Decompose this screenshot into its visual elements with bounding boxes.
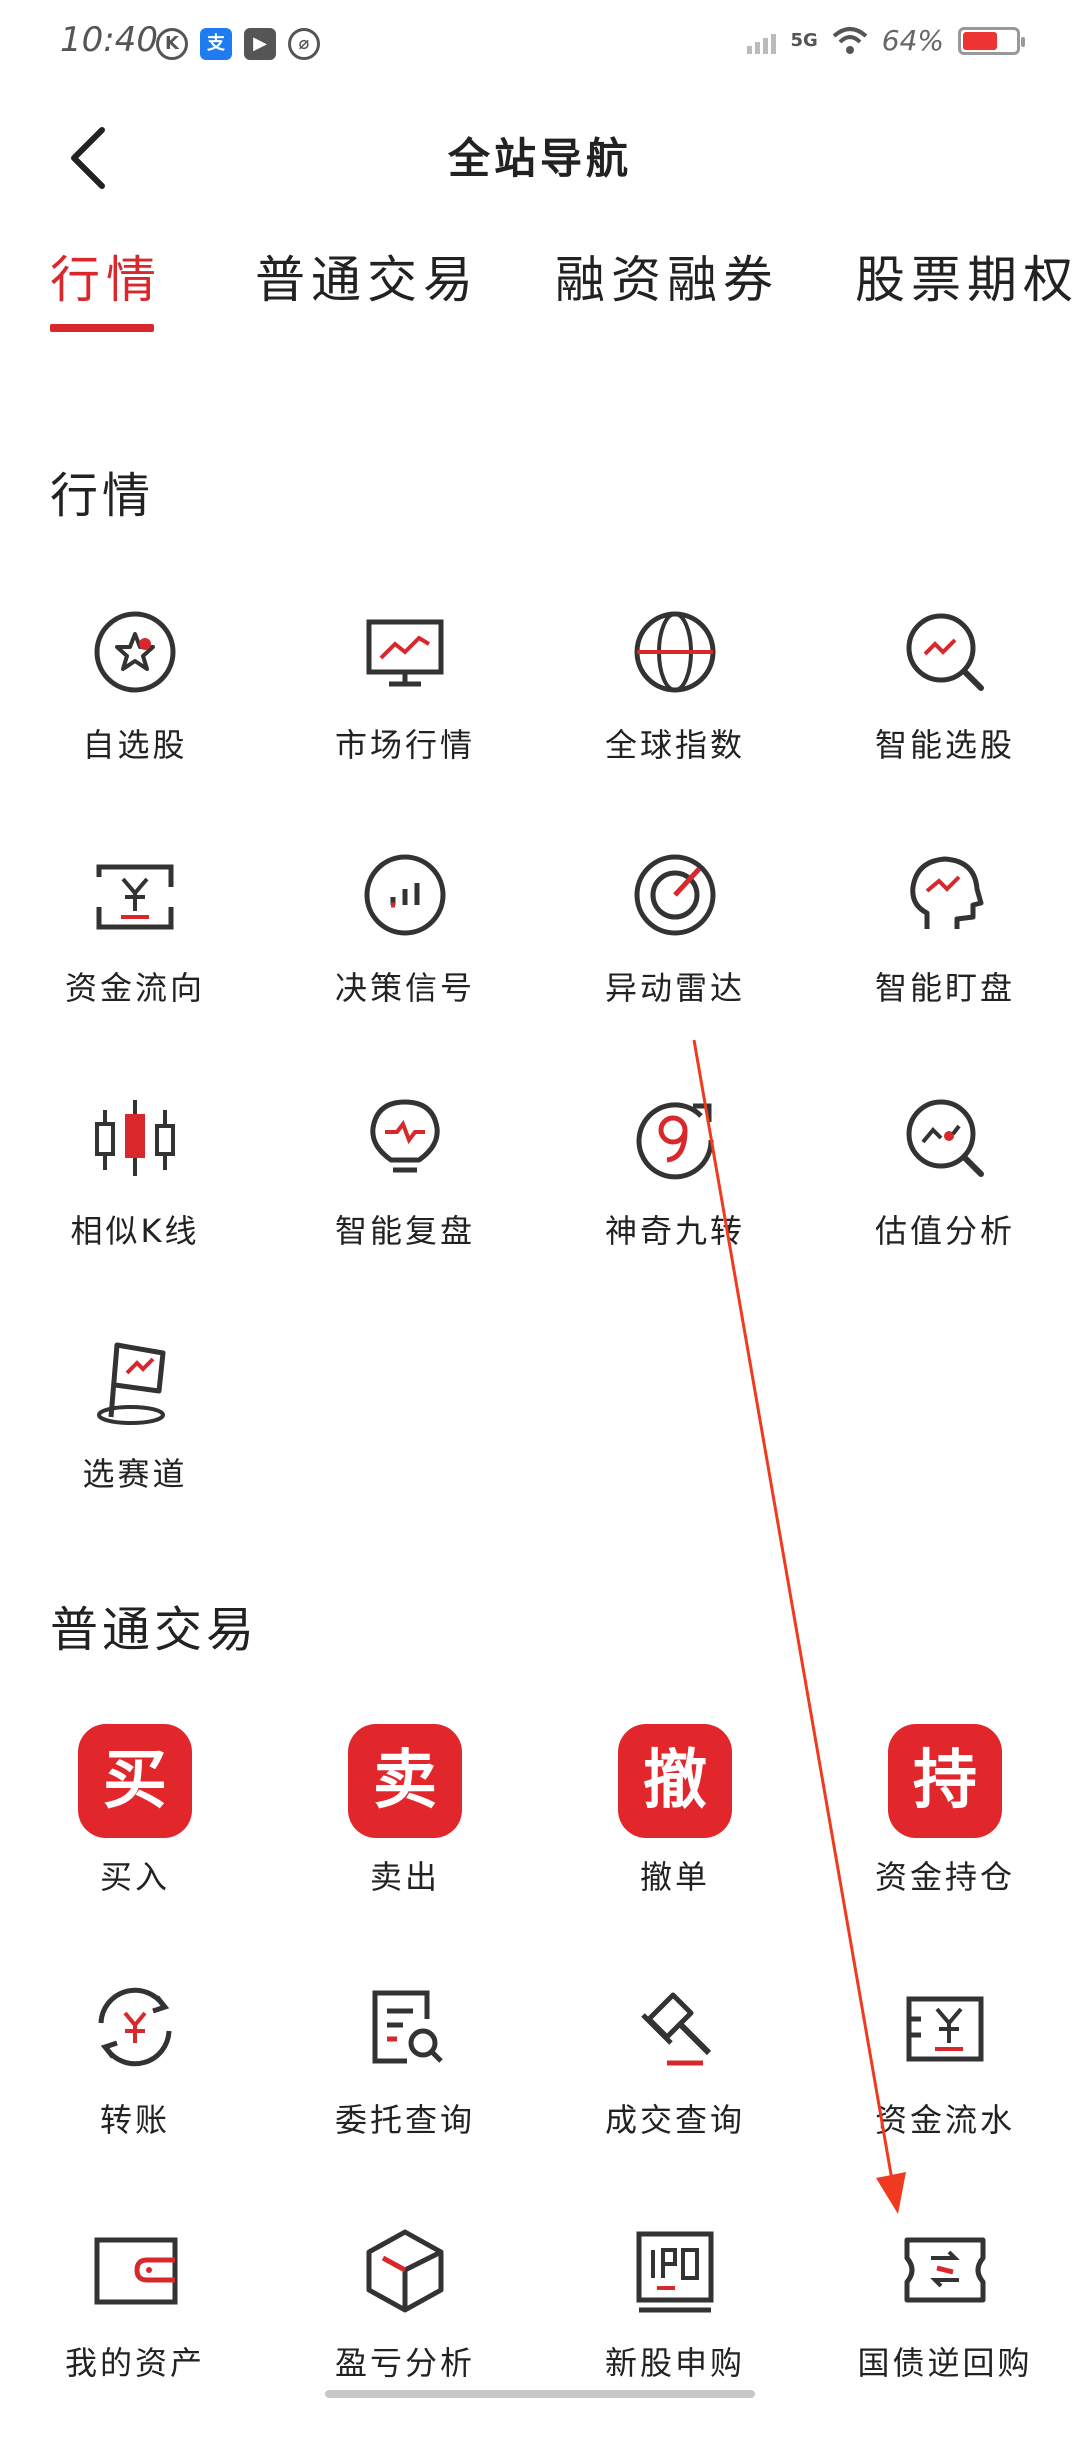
tab-market[interactable]: 行情	[50, 240, 162, 312]
grid-item-smart-review[interactable]: 智能复盘	[270, 1090, 540, 1320]
grid-item-profit-analysis[interactable]: 盈亏分析	[270, 2222, 540, 2452]
grid-item-label: 相似K线	[70, 1212, 200, 1250]
grid-item-label: 转账	[99, 2101, 170, 2139]
yen-transfer-icon	[87, 1979, 183, 2075]
monitor-chart-icon	[357, 604, 453, 700]
grid-item-deal-query[interactable]: 成交查询	[540, 1979, 810, 2209]
bulb-chart-icon	[357, 1090, 453, 1186]
cancel-tile-icon: 撤	[618, 1724, 732, 1838]
battery-icon	[958, 26, 1025, 55]
grid-item-buy[interactable]: 买 买入	[0, 1724, 270, 1966]
status-notification-icons: K 支 ▶ ⌀	[156, 28, 320, 60]
status-right: 5G 64%	[747, 24, 1025, 57]
grid-item-label: 新股申购	[604, 2344, 745, 2382]
grid-item-magic-nine[interactable]: 神奇九转	[540, 1090, 810, 1320]
grid-item-label: 异动雷达	[604, 969, 745, 1007]
radar-icon	[627, 847, 723, 943]
grid-item-label: 盈亏分析	[334, 2344, 475, 2382]
grid-item-label: 智能盯盘	[874, 969, 1015, 1007]
k-circle-icon: K	[156, 28, 188, 60]
star-circle-icon	[87, 604, 183, 700]
section-title-ordinary-trade: 普通交易	[50, 1602, 259, 1658]
sell-tile-icon: 卖	[348, 1724, 462, 1838]
yen-flow-icon	[87, 847, 183, 943]
ipo-icon	[627, 2222, 723, 2318]
grid-item-label: 卖出	[369, 1858, 440, 1896]
section-title-market: 行情	[50, 468, 155, 524]
grid-item-valuation[interactable]: 估值分析	[810, 1090, 1080, 1320]
grid-item-pick-track[interactable]: 选赛道	[0, 1333, 270, 1563]
category-tabs: 行情 普通交易 融资融券 股票期权	[0, 240, 1080, 340]
head-chart-icon	[897, 847, 993, 943]
play-icon: ▶	[244, 28, 276, 60]
grid-item-market-quotes[interactable]: 市场行情	[270, 604, 540, 834]
grid-item-label: 国债逆回购	[857, 2344, 1033, 2382]
wifi-icon	[832, 26, 868, 54]
grid-item-label: 选赛道	[82, 1455, 188, 1493]
tab-ordinary-trade[interactable]: 普通交易	[255, 240, 479, 312]
grid-item-sell[interactable]: 卖 卖出	[270, 1724, 540, 1966]
grid-item-label: 神奇九转	[604, 1212, 745, 1250]
tab-stock-options[interactable]: 股票期权	[855, 240, 1079, 312]
status-bar: 10:40 K 支 ▶ ⌀ 5G 64%	[0, 0, 1080, 96]
grid-item-label: 我的资产	[64, 2344, 205, 2382]
active-tab-indicator	[50, 324, 154, 332]
leaf-icon: ⌀	[288, 28, 320, 60]
grid-item-order-query[interactable]: 委托查询	[270, 1979, 540, 2209]
grid-item-label: 撤单	[639, 1858, 710, 1896]
grid-item-label: 智能选股	[874, 726, 1015, 764]
grid-item-decision-signal[interactable]: 决策信号	[270, 847, 540, 1077]
magnifier-chart-icon	[897, 604, 993, 700]
grid-item-cancel-order[interactable]: 撤 撤单	[540, 1724, 810, 1966]
grid-item-label: 市场行情	[334, 726, 475, 764]
status-time: 10:40	[60, 20, 158, 60]
grid-item-label: 全球指数	[604, 726, 745, 764]
alipay-icon: 支	[200, 28, 232, 60]
grid-item-label: 自选股	[82, 726, 188, 764]
grid-item-holdings[interactable]: 持 资金持仓	[810, 1724, 1080, 1966]
ticket-exchange-icon	[897, 2222, 993, 2318]
grid-item-watchlist[interactable]: 自选股	[0, 604, 270, 834]
grid-item-fund-flow[interactable]: 资金流向	[0, 847, 270, 1077]
grid-item-label: 资金流向	[64, 969, 205, 1007]
grid-item-smart-watch[interactable]: 智能盯盘	[810, 847, 1080, 1077]
candlestick-icon	[87, 1090, 183, 1186]
network-type: 5G	[790, 29, 818, 51]
gavel-icon	[627, 1979, 723, 2075]
grid-item-label: 资金持仓	[874, 1858, 1015, 1896]
grid-item-label: 智能复盘	[334, 1212, 475, 1250]
grid-item-label: 估值分析	[874, 1212, 1015, 1250]
globe-icon	[627, 604, 723, 700]
grid-item-label: 资金流水	[874, 2101, 1015, 2139]
battery-percent: 64%	[881, 24, 944, 57]
grid-item-fund-statement[interactable]: 资金流水	[810, 1979, 1080, 2209]
wallet-icon	[87, 2222, 183, 2318]
magnifier-dot-icon	[897, 1090, 993, 1186]
grid-item-ipo-subscribe[interactable]: 新股申购	[540, 2222, 810, 2452]
grid-item-label: 买入	[99, 1858, 170, 1896]
hold-tile-icon: 持	[888, 1724, 1002, 1838]
page-title: 全站导航	[447, 134, 632, 183]
tab-margin-trading[interactable]: 融资融券	[555, 240, 779, 312]
yen-statement-icon	[897, 1979, 993, 2075]
bar-signal-icon	[357, 847, 453, 943]
home-indicator[interactable]	[325, 2390, 755, 2398]
grid-item-label: 委托查询	[334, 2101, 475, 2139]
grid-item-similar-kline[interactable]: 相似K线	[0, 1090, 270, 1320]
flag-track-icon	[87, 1333, 183, 1429]
grid-item-treasury-repo[interactable]: 国债逆回购	[810, 2222, 1080, 2452]
grid-item-my-assets[interactable]: 我的资产	[0, 2222, 270, 2452]
grid-item-global-index[interactable]: 全球指数	[540, 604, 810, 834]
grid-item-transfer[interactable]: 转账	[0, 1979, 270, 2209]
nine-arrow-icon	[627, 1090, 723, 1186]
grid-item-smart-pick[interactable]: 智能选股	[810, 604, 1080, 834]
grid-item-anomaly-radar[interactable]: 异动雷达	[540, 847, 810, 1077]
grid-item-label: 决策信号	[334, 969, 475, 1007]
buy-tile-icon: 买	[78, 1724, 192, 1838]
document-search-icon	[357, 1979, 453, 2075]
grid-item-label: 成交查询	[604, 2101, 745, 2139]
cellular-signal-icon	[747, 28, 777, 54]
cube-icon	[357, 2222, 453, 2318]
